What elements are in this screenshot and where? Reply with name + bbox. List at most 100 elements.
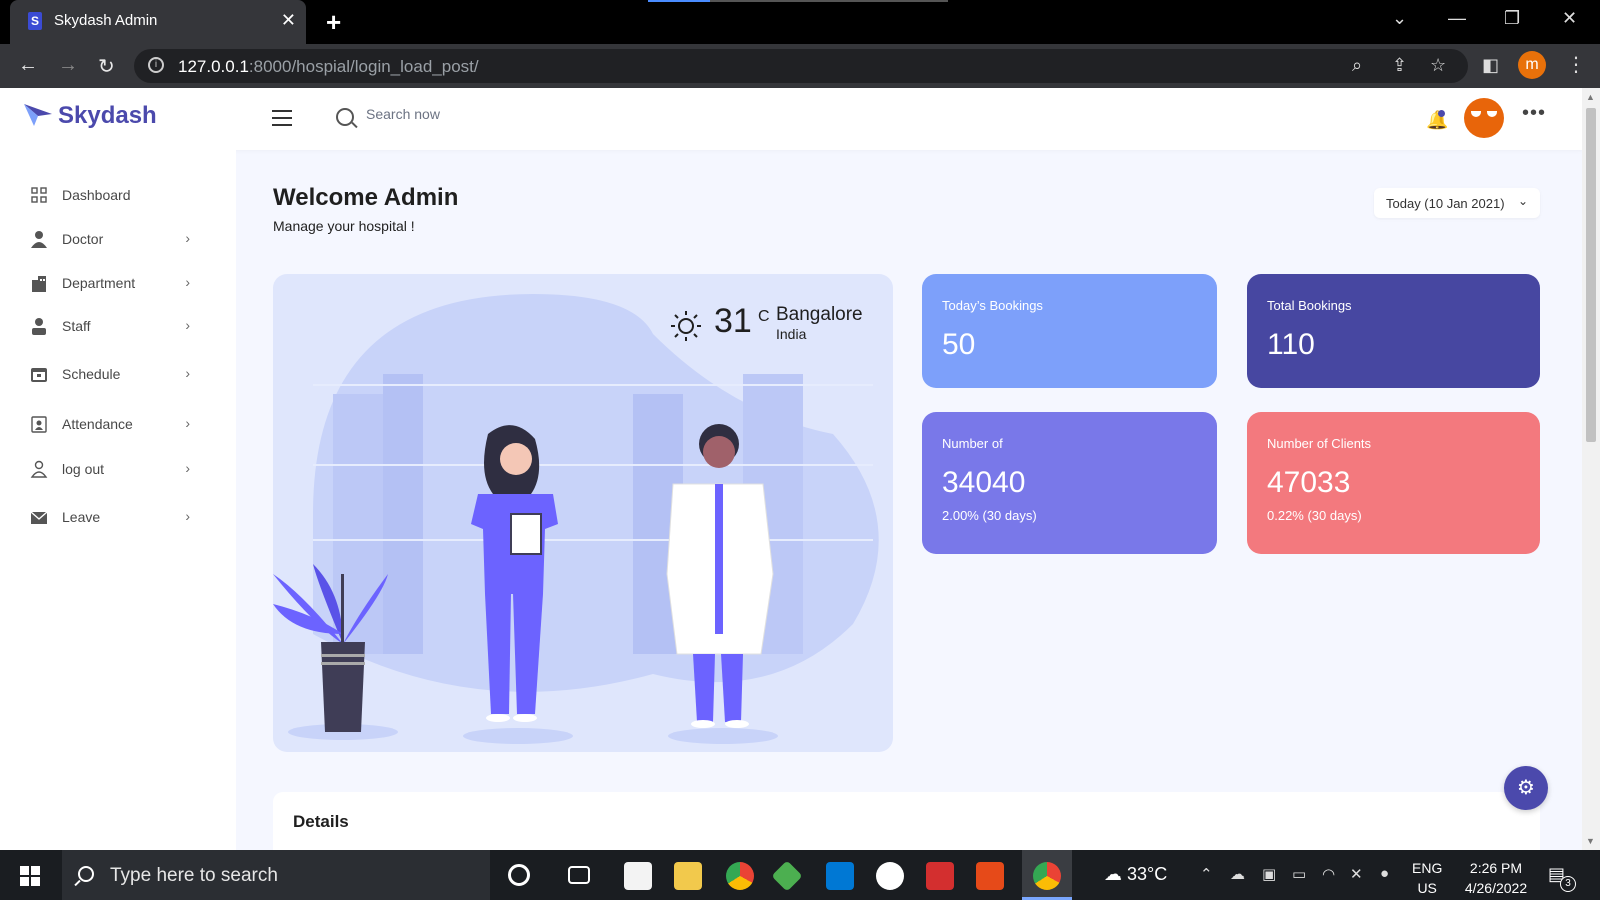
logo-text[interactable]: Skydash — [58, 102, 157, 130]
minimize-button[interactable]: — — [1448, 8, 1466, 29]
close-window-button[interactable]: ✕ — [1562, 8, 1577, 29]
sidebar-item-doctor[interactable]: Doctor › — [30, 228, 190, 252]
page-scrollbar[interactable]: ▲ ▼ — [1582, 88, 1600, 850]
more-options-icon[interactable]: ••• — [1522, 102, 1546, 125]
chevron-right-icon: › — [185, 460, 190, 476]
sidebar-item-label: Staff — [62, 318, 91, 334]
stat-card-value: 47033 — [1267, 466, 1351, 499]
new-tab-button[interactable]: + — [326, 7, 341, 38]
stat-card-label: Number of Clients — [1267, 436, 1372, 451]
onedrive-icon[interactable]: ☁ — [1230, 865, 1245, 883]
date-filter-button[interactable]: Today (10 Jan 2021) ⌄ — [1374, 188, 1540, 218]
mail-icon — [30, 511, 48, 524]
url-text[interactable]: 127.0.0.1:8000/hospial/login_load_post/ — [178, 57, 479, 77]
sidebar-item-attendance[interactable]: Attendance › — [30, 413, 190, 437]
taskbar-weather[interactable]: ☁ 33°C — [1104, 864, 1167, 885]
meet-now-icon[interactable]: ▣ — [1262, 865, 1276, 883]
stat-card-change: 2.00% (30 days) — [942, 508, 1037, 523]
share-icon[interactable]: ⇪ — [1392, 55, 1407, 76]
page-subtitle: Manage your hospital ! — [273, 218, 415, 234]
taskbar-clock[interactable]: 2:26 PM 4/26/2022 — [1458, 858, 1534, 898]
back-icon[interactable]: ← — [18, 54, 38, 77]
weather-country: India — [776, 326, 807, 342]
git-icon[interactable] — [771, 860, 803, 892]
site-info-icon[interactable]: i — [148, 57, 164, 73]
browser-tab[interactable]: S Skydash Admin ✕ — [10, 0, 306, 44]
details-title: Details — [293, 812, 349, 831]
search-input[interactable] — [366, 106, 666, 122]
notification-count-badge: 3 — [1560, 876, 1576, 892]
temperature-unit: C — [758, 308, 770, 325]
calendar-icon — [31, 368, 47, 382]
reload-icon[interactable]: ↻ — [98, 54, 115, 79]
task-view-icon[interactable] — [568, 866, 590, 884]
sidebar-item-leave[interactable]: Leave › — [30, 506, 190, 530]
windows-start-icon[interactable] — [20, 866, 40, 886]
tray-chevron-icon[interactable]: ⌃ — [1200, 865, 1213, 883]
taskbar-chrome-active[interactable] — [1022, 850, 1072, 900]
temperature-value: 31 — [714, 302, 752, 340]
clock-date: 4/26/2022 — [1464, 880, 1528, 896]
menu-toggle-icon[interactable] — [272, 110, 292, 131]
user-avatar[interactable] — [1464, 98, 1504, 138]
vscode-icon[interactable] — [826, 862, 854, 890]
close-tab-icon[interactable]: ✕ — [281, 10, 296, 31]
sidebar-item-schedule[interactable]: Schedule › — [30, 363, 190, 387]
stat-card-value: 110 — [1267, 328, 1315, 361]
browser-tab-bar: S Skydash Admin ✕ + ⌄ — ❐ ✕ — [0, 0, 1600, 44]
scroll-down-icon[interactable]: ▼ — [1586, 836, 1595, 846]
chevron-right-icon: › — [185, 317, 190, 333]
office-icon[interactable] — [976, 862, 1004, 890]
stat-card-change: 0.22% (30 days) — [1267, 508, 1362, 523]
sidebar-item-department[interactable]: Department › — [30, 272, 190, 296]
app-header: Skydash 🔔 ••• — [0, 88, 1582, 150]
browser-menu-icon[interactable]: ⋮ — [1566, 52, 1586, 77]
tab-search-icon[interactable]: ⌄ — [1392, 8, 1407, 29]
security-icon[interactable]: ● — [1380, 865, 1389, 882]
stat-card-value: 34040 — [942, 466, 1026, 499]
taskbar-temperature: 33°C — [1127, 864, 1168, 884]
writer-icon[interactable] — [876, 862, 904, 890]
forward-icon[interactable]: → — [58, 54, 78, 77]
zoom-icon[interactable]: ⌕ — [1352, 55, 1362, 76]
loading-indicator — [648, 0, 948, 2]
address-bar[interactable]: i 127.0.0.1:8000/hospial/login_load_post… — [134, 49, 1468, 83]
pdf-icon[interactable] — [926, 862, 954, 890]
stat-card-todays-bookings: Today’s Bookings 50 — [922, 274, 1217, 388]
cortana-icon[interactable] — [508, 864, 530, 886]
details-panel: Details — [273, 792, 1540, 852]
bookmark-star-icon[interactable]: ☆ — [1430, 55, 1446, 76]
sidebar-item-label: Leave — [62, 509, 101, 525]
chevron-right-icon: › — [185, 365, 190, 381]
taskbar-search-icon — [78, 866, 94, 882]
sidebar-item-label: Doctor — [62, 231, 104, 247]
scroll-up-icon[interactable]: ▲ — [1586, 92, 1595, 102]
search-icon — [336, 108, 354, 126]
profile-avatar[interactable]: m — [1518, 51, 1546, 79]
battery-icon[interactable]: ▭ — [1292, 865, 1306, 883]
stat-card-value: 50 — [942, 328, 976, 361]
volume-muted-icon[interactable]: ✕ — [1350, 865, 1363, 883]
date-filter-label: Today (10 Jan 2021) — [1386, 196, 1505, 211]
file-explorer-icon[interactable] — [674, 862, 702, 890]
scroll-thumb[interactable] — [1586, 108, 1596, 442]
taskbar-search-box[interactable]: Type here to search — [62, 850, 490, 900]
sidebar-item-logout[interactable]: log out › — [30, 458, 190, 482]
notification-dot — [1438, 110, 1445, 117]
building-icon — [32, 276, 46, 292]
restore-button[interactable]: ❐ — [1504, 8, 1520, 29]
user-icon — [30, 460, 48, 478]
wifi-icon[interactable]: ◠ — [1322, 865, 1335, 883]
doctors-illustration — [273, 294, 879, 744]
staff-icon — [32, 318, 46, 335]
language-indicator[interactable]: ENG US — [1412, 858, 1442, 898]
settings-gear-icon[interactable]: ⚙ — [1504, 766, 1548, 810]
side-panel-icon[interactable]: ◧ — [1482, 55, 1499, 76]
sidebar-item-dashboard[interactable]: Dashboard — [30, 184, 190, 208]
microsoft-store-icon[interactable] — [624, 862, 652, 890]
grid-icon — [31, 187, 47, 203]
chrome-icon[interactable] — [726, 862, 754, 890]
sidebar-item-staff[interactable]: Staff › — [30, 315, 190, 339]
browser-toolbar: ← → ↻ i 127.0.0.1:8000/hospial/login_loa… — [0, 44, 1600, 88]
chevron-right-icon: › — [185, 508, 190, 524]
